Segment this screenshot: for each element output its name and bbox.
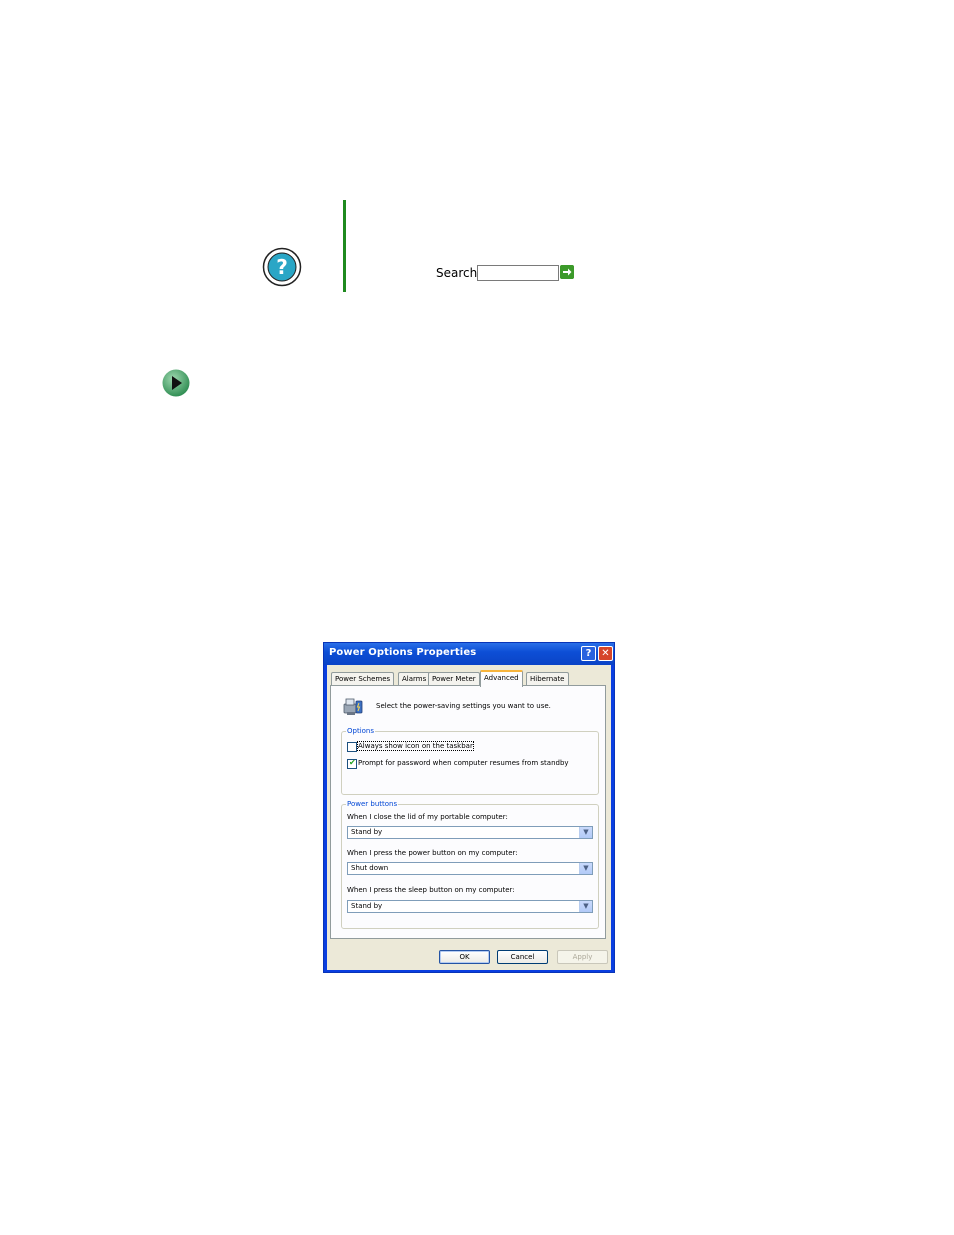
lid-close-select[interactable]: Stand by ▼: [347, 826, 593, 839]
chevron-down-icon[interactable]: ▼: [579, 863, 592, 874]
power-button-label: When I press the power button on my comp…: [347, 849, 518, 857]
tab-power-schemes[interactable]: Power Schemes: [331, 672, 395, 686]
options-groupbox: Options Always show icon on the taskbar …: [341, 727, 599, 795]
tab-power-meter[interactable]: Power Meter: [428, 672, 480, 686]
power-options-dialog: Power Options Properties ? ✕ Power Schem…: [323, 642, 615, 973]
tab-alarms[interactable]: Alarms: [398, 672, 431, 686]
lid-close-value: Stand by: [351, 828, 383, 836]
prompt-password-checkbox[interactable]: ✔: [347, 758, 357, 769]
checkmark-icon: ✔: [349, 758, 356, 767]
power-settings-icon: [343, 698, 363, 715]
sleep-button-select[interactable]: Stand by ▼: [347, 900, 593, 913]
chevron-down-icon[interactable]: ▼: [579, 901, 592, 912]
always-show-icon-checkbox[interactable]: [347, 742, 357, 752]
cancel-button[interactable]: Cancel: [497, 950, 548, 964]
help-question-icon: ?: [262, 247, 302, 287]
prompt-password-label[interactable]: Prompt for password when computer resume…: [358, 759, 569, 767]
sleep-button-value: Stand by: [351, 902, 383, 910]
dialog-title: Power Options Properties: [329, 647, 477, 658]
ok-button[interactable]: OK: [439, 950, 490, 964]
help-search-label: Search: [436, 266, 478, 280]
always-show-icon-label[interactable]: Always show icon on the taskbar: [357, 741, 474, 751]
sleep-button-label: When I press the sleep button on my comp…: [347, 886, 515, 894]
svg-text:?: ?: [276, 255, 288, 279]
power-buttons-legend: Power buttons: [346, 800, 399, 808]
intro-text: Select the power-saving settings you wan…: [376, 702, 551, 710]
tab-advanced[interactable]: Advanced: [480, 670, 523, 687]
tab-hibernate[interactable]: Hibernate: [526, 672, 569, 686]
advanced-tab-panel: Select the power-saving settings you wan…: [330, 685, 606, 939]
play-arrow-icon: [162, 369, 190, 397]
search-go-arrow-icon[interactable]: [560, 265, 574, 279]
dialog-titlebar[interactable]: Power Options Properties ? ✕: [324, 643, 614, 665]
power-button-value: Shut down: [351, 864, 389, 872]
power-buttons-groupbox: Power buttons When I close the lid of my…: [341, 800, 599, 929]
apply-button[interactable]: Apply: [557, 950, 608, 964]
chevron-down-icon[interactable]: ▼: [579, 827, 592, 838]
titlebar-close-button[interactable]: ✕: [598, 646, 613, 661]
help-divider: [343, 200, 346, 292]
power-button-select[interactable]: Shut down ▼: [347, 862, 593, 875]
dialog-body: Power Schemes Alarms Power Meter Advance…: [327, 665, 611, 970]
lid-close-label: When I close the lid of my portable comp…: [347, 813, 508, 821]
options-legend: Options: [346, 727, 376, 735]
titlebar-help-button[interactable]: ?: [581, 646, 596, 661]
help-search-input[interactable]: [477, 265, 559, 281]
